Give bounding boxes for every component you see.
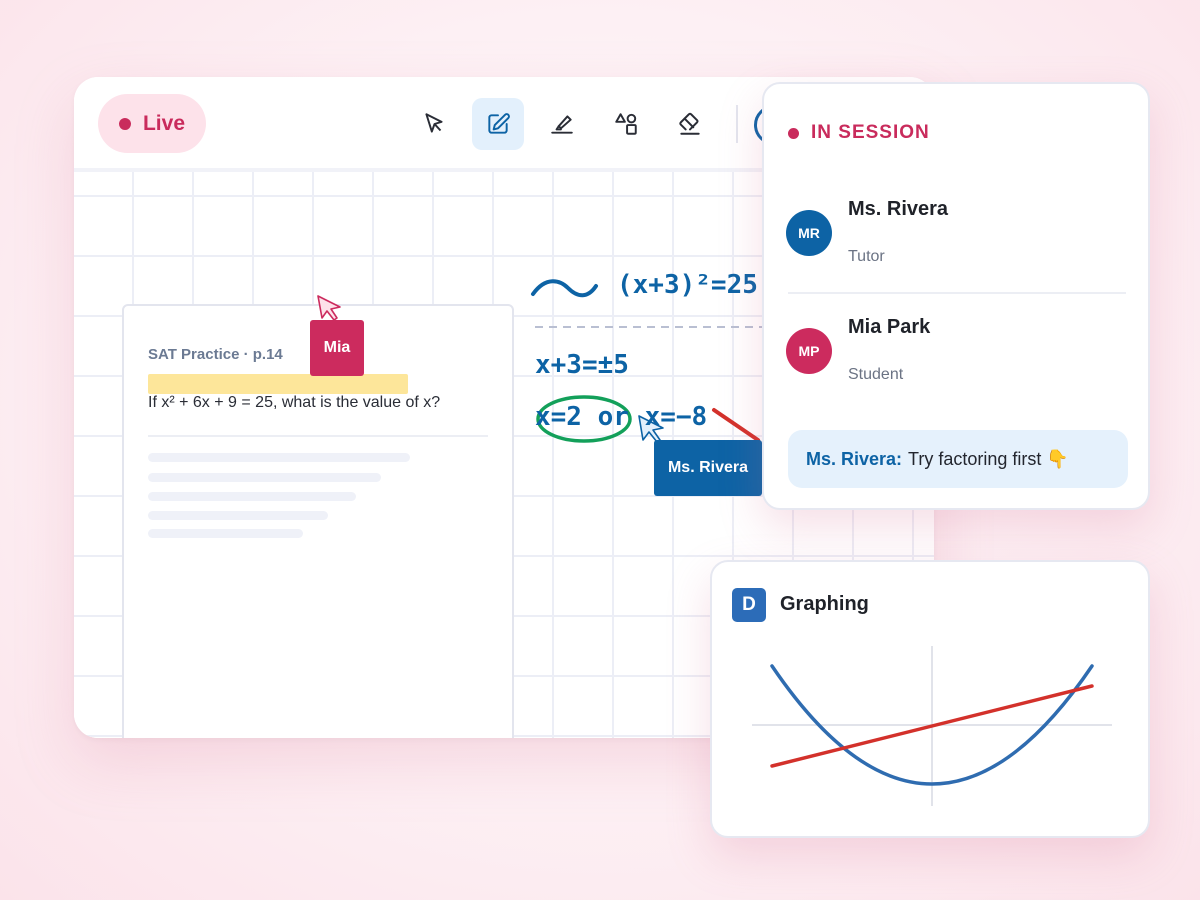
live-dot-icon: [118, 117, 131, 130]
placeholder-line: [148, 453, 410, 462]
session-status-label: IN SESSION: [811, 122, 930, 143]
member-row[interactable]: MR Ms. Rivera Tutor: [786, 184, 1130, 284]
highlighter-icon: [551, 115, 573, 134]
member-name: Ms. Rivera: [848, 198, 949, 220]
placeholder-line: [148, 473, 381, 482]
member-role: Student: [848, 366, 904, 383]
avatar: MP: [786, 328, 832, 374]
math-line-1: (x+3)²=25: [617, 270, 758, 300]
session-status: IN SESSION: [788, 122, 930, 144]
session-dot-icon: [788, 127, 799, 139]
chat-message: Ms. Rivera: Try factoring first 👇: [788, 430, 1128, 488]
member-row[interactable]: MP Mia Park Student: [786, 302, 1130, 402]
eraser-icon: [679, 112, 700, 135]
chat-sender: Ms. Rivera:: [806, 448, 903, 469]
live-label: Live: [142, 111, 186, 135]
live-badge: Live: [98, 94, 206, 153]
highlighter-tool-button[interactable]: [536, 98, 588, 150]
placeholder-line: [148, 511, 328, 520]
avatar: MR: [786, 210, 832, 256]
worksheet-title: SAT Practice · p.14: [148, 346, 283, 363]
math-line-2: x+3=±5: [535, 350, 629, 380]
member-name: Mia Park: [848, 316, 931, 338]
chat-text: Try factoring first 👇: [908, 448, 1069, 469]
toolbar-divider: [736, 105, 738, 143]
cursor-arrow-icon: [425, 113, 443, 133]
student-cursor-tag: Mia: [310, 320, 364, 376]
math-line-3: x=2 or x=−8: [535, 402, 708, 432]
worksheet-question: If x² + 6x + 9 = 25, what is the value o…: [148, 394, 441, 411]
graph-plot[interactable]: [712, 562, 1152, 840]
shapes-tool-button[interactable]: [600, 98, 652, 150]
placeholder-line: [148, 529, 303, 538]
session-panel: IN SESSION MR Ms. Rivera Tutor MP Mia Pa…: [762, 82, 1150, 510]
member-divider: [788, 292, 1126, 294]
shapes-icon: [615, 113, 637, 135]
graphing-panel: D Graphing: [710, 560, 1150, 838]
pen-edit-icon: [488, 113, 510, 134]
member-role: Tutor: [848, 248, 885, 265]
text-highlight: [148, 374, 408, 394]
placeholder-line: [148, 492, 356, 501]
eraser-tool-button[interactable]: [664, 98, 716, 150]
worksheet-divider: [148, 435, 488, 437]
pen-tool-button[interactable]: [472, 98, 524, 150]
tutor-cursor-tag: Ms. Rivera: [654, 440, 762, 496]
select-tool-button[interactable]: [408, 98, 460, 150]
